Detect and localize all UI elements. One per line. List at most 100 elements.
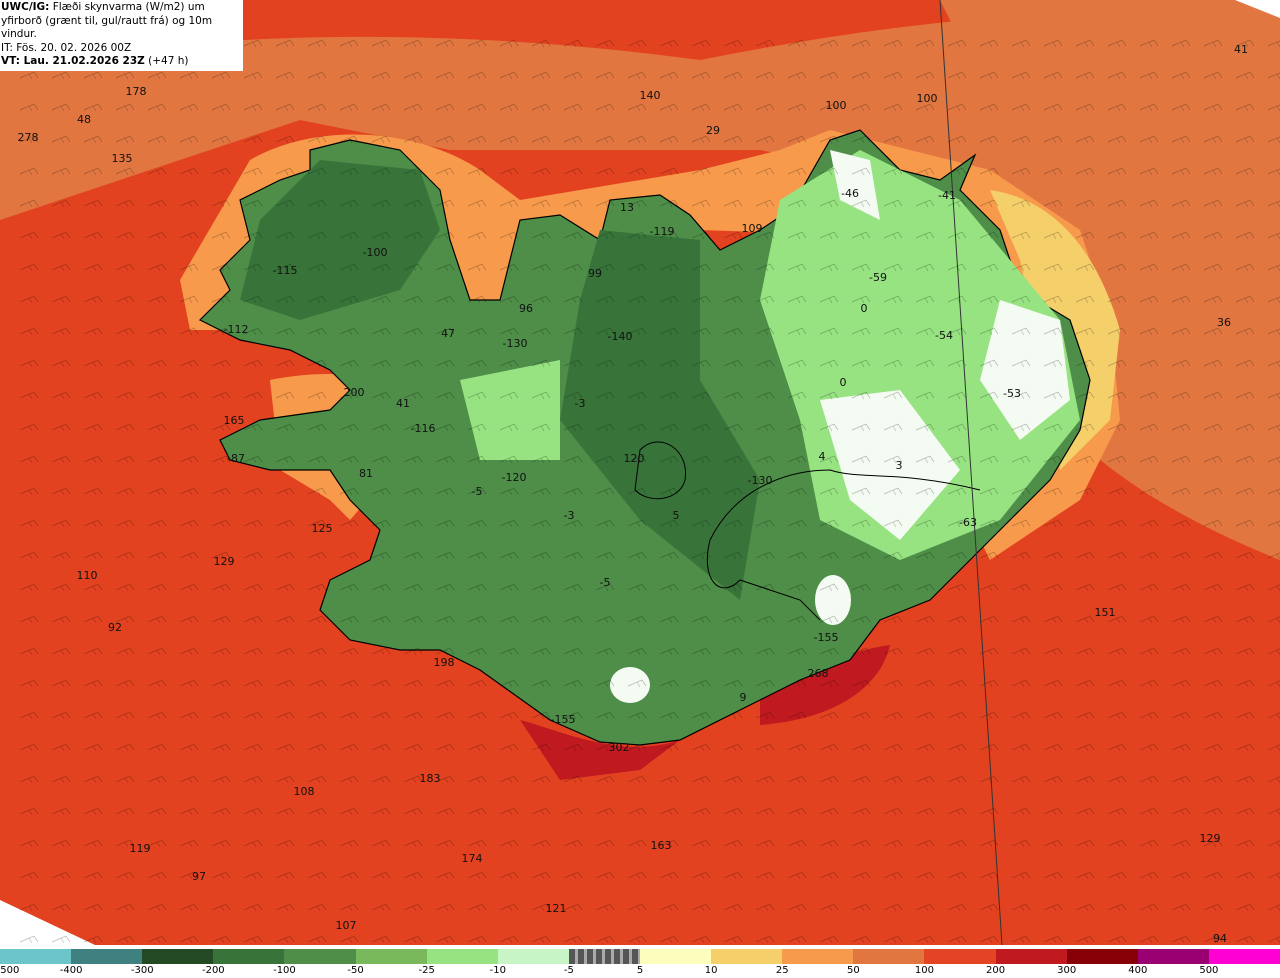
flux-value-label: 94 [1213,932,1227,945]
flux-value-label: 99 [588,267,602,280]
colorbar-swatch [1137,949,1210,964]
title-line1: Flæði skynvarma (W/m2) um [52,1,205,13]
flux-value-label: 41 [1234,43,1248,56]
flux-value-label: -5 [600,576,611,589]
flux-value-label: 268 [808,667,829,680]
flux-value-label: -100 [363,246,388,259]
flux-value-label: 3 [896,459,903,472]
colorbar-tick-label: -500 [0,965,20,976]
colorbar-swatch [213,949,285,964]
colorbar-swatch [853,949,925,964]
flux-value-label: -63 [959,516,977,529]
colorbar-tick-label: -50 [347,965,364,976]
lead-time: (+47 h) [148,55,189,67]
colorbar-tick-label: -300 [130,965,154,976]
colorbar-swatch [1208,949,1280,964]
colorbar-tick-label: 500 [1199,965,1219,976]
flux-value-label: 151 [1095,606,1116,619]
flux-value-label: -59 [869,271,887,284]
flux-value-label: -3 [564,509,575,522]
flux-value-label: 120 [624,452,645,465]
colorbar-tick-label: 50 [846,965,860,976]
colorbar-swatch [782,949,854,964]
flux-value-label: 178 [126,85,147,98]
colorbar-swatch [711,949,783,964]
colorbar-swatch [1066,949,1139,964]
flux-value-label: -155 [814,631,839,644]
flux-value-label: -155 [551,713,576,726]
flux-value-label: -130 [503,337,528,350]
title-line2: yfirborð (grænt til, gul/rautt frá) og 1… [1,14,213,41]
flux-value-label: 41 [396,397,410,410]
flux-value-label: 174 [462,852,483,865]
flux-value-label: 97 [192,870,206,883]
flux-value-label: 13 [620,201,634,214]
flux-value-label: 129 [1200,832,1221,845]
flux-value-label: 121 [546,902,567,915]
flux-value-label: 36 [1217,316,1231,329]
colorbar-tick-label: -25 [418,965,435,976]
colorbar-swatch [284,949,357,964]
colorbar-tick-label: 25 [775,965,789,976]
flux-value-label: -119 [650,225,675,238]
colorbar-tick-label: -200 [201,965,225,976]
colorbar-swatch [497,949,570,964]
flux-value-label: 183 [420,772,441,785]
colorbar-tick-label: -5 [563,965,574,976]
flux-value-label: 108 [294,785,315,798]
flux-value-label: 100 [917,92,938,105]
flux-value-label: 4 [819,450,826,463]
colorbar-swatch [640,949,712,964]
colorbar-tick-label: 200 [986,965,1006,976]
colorbar-tick-label: 100 [914,965,934,976]
colorbar-swatch [924,949,997,964]
flux-value-label: -116 [411,422,436,435]
flux-value-label: 5 [673,509,680,522]
flux-value-label: 278 [18,131,39,144]
colorbar-tick-label: 300 [1057,965,1077,976]
flux-value-label: 0 [861,302,868,315]
flux-value-label: 107 [336,919,357,932]
flux-value-label: -140 [608,330,633,343]
flux-value-label: 135 [112,152,133,165]
flux-value-label: -3 [575,397,586,410]
colorbar-swatch [0,949,72,964]
flux-value-label: 29 [706,124,720,137]
init-time: IT: Fös. 20. 02. 2026 00Z [1,41,132,54]
flux-value-label: -120 [502,471,527,484]
flux-value-label: 165 [224,414,245,427]
valid-time: VT: Lau. 21.02.2026 23Z [1,55,145,67]
flux-value-label: 109 [742,222,763,235]
flux-value-label: 200 [344,386,365,399]
flux-value-label: 110 [77,569,98,582]
map-title-box: UWC/IG: Flæði skynvarma (W/m2) um yfirbo… [0,0,243,71]
flux-value-label: 96 [519,302,533,315]
flux-value-label: 140 [640,89,661,102]
flux-value-label: 9 [740,691,747,704]
flux-value-label: -41 [938,189,956,202]
colorbar-swatch [142,949,214,964]
flux-value-label: -87 [227,452,245,465]
flux-value-label: 125 [312,522,333,535]
colorbar-swatch [355,949,428,964]
colorbar-swatch [995,949,1068,964]
colorbar-tick-label: -100 [273,965,296,976]
colorbar-tick-label: 10 [704,965,718,976]
flux-value-label: -46 [841,187,859,200]
flux-value-label: 119 [130,842,151,855]
model-label: UWC/IG: [1,1,50,13]
flux-value-label: -53 [1003,387,1021,400]
flux-value-label: -112 [224,323,249,336]
colorbar-tick-label: 400 [1128,965,1148,976]
flux-value-label: 163 [651,839,672,852]
colorbar-legend: -500 -400 -300 -200 -100 -50 -25 -10 -5 5 10 25 50 10… [0,949,1280,978]
flux-value-label: 100 [826,99,847,112]
colorbar-tick-label: -10 [489,965,506,976]
colorbar-swatch [71,949,143,964]
colorbar-swatch [426,949,499,964]
flux-value-label: -130 [748,474,773,487]
flux-value-label: 48 [77,113,91,126]
flux-value-label: -54 [935,329,953,342]
colorbar-tick-label: -400 [59,965,83,976]
flux-value-label: 198 [434,656,455,669]
